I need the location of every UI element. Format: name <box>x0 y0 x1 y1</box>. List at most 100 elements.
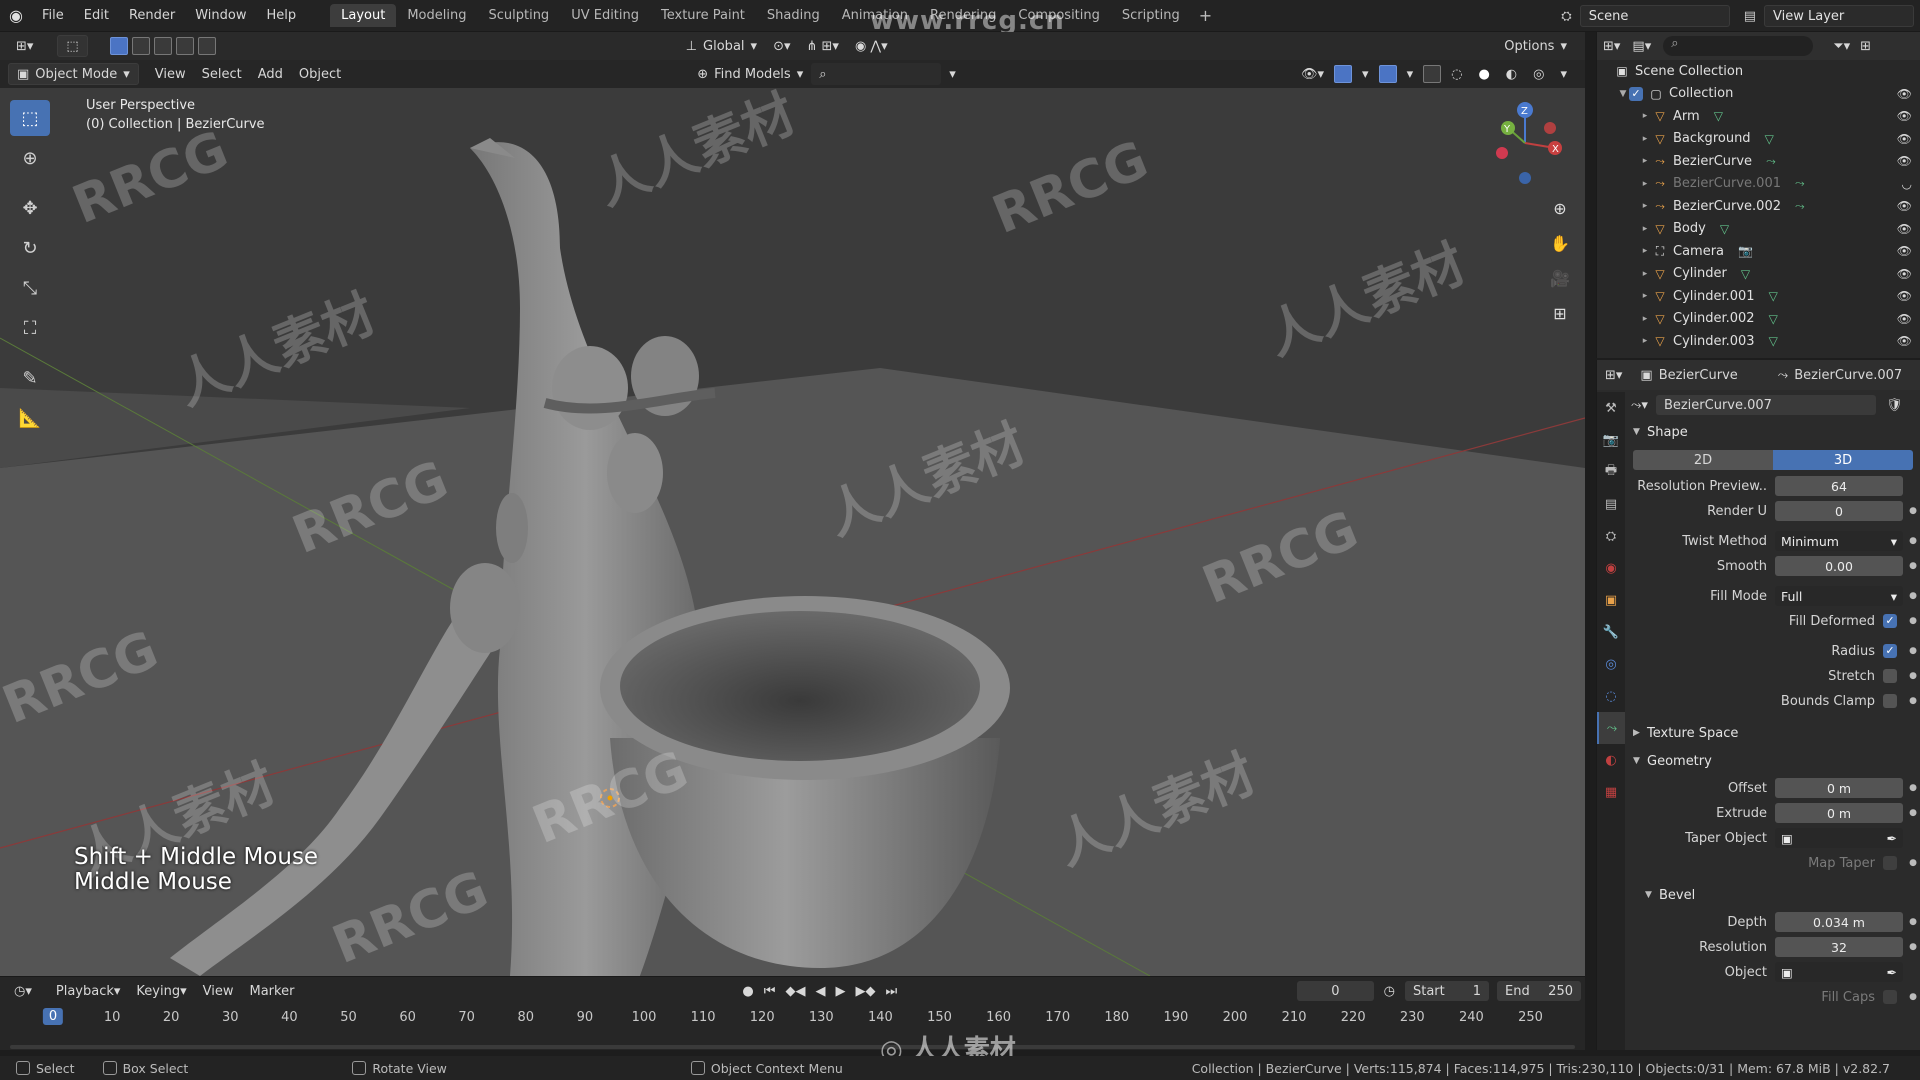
mesh-data-icon[interactable]: ▽ <box>1769 334 1778 348</box>
expand-arrow-icon[interactable]: ▸ <box>1639 291 1651 301</box>
rendered-shading-icon[interactable]: ◎ <box>1525 63 1552 85</box>
outliner-collection[interactable]: ▼ ✓ ▢ Collection 👁 <box>1597 83 1920 106</box>
select-box-tool-icon[interactable]: ⬚ <box>10 100 50 136</box>
outliner-item[interactable]: ▸ ▽ Arm ▽ 👁 <box>1597 105 1920 128</box>
collection-checkbox[interactable]: ✓ <box>1629 86 1643 101</box>
menu-render[interactable]: Render <box>119 8 185 23</box>
map-taper-checkbox[interactable] <box>1883 856 1897 870</box>
expand-arrow-icon[interactable]: ▸ <box>1639 156 1651 166</box>
menu-select[interactable]: Select <box>194 63 250 85</box>
offset-field[interactable]: 0 m <box>1775 778 1903 798</box>
keyframe-dot-icon[interactable]: ● <box>1909 992 1917 1002</box>
rotate-tool-icon[interactable]: ↻ <box>10 230 50 266</box>
smooth-field[interactable]: 0.00 <box>1775 556 1903 576</box>
keyframe-dot-icon[interactable]: ● <box>1909 591 1917 601</box>
measure-tool-icon[interactable]: 📐 <box>10 400 50 436</box>
current-frame-marker[interactable]: 0 <box>42 1008 64 1025</box>
bevel-section-header[interactable]: ▼ Bevel <box>1627 881 1920 909</box>
visibility-eye-icon[interactable]: 👁 <box>1897 334 1912 348</box>
resolution-field[interactable]: 32 <box>1775 937 1903 957</box>
snap-icon[interactable]: ⋔ ⊞▾ <box>798 35 846 57</box>
jump-end-icon[interactable]: ⏭ <box>885 984 897 999</box>
mesh-data-icon[interactable]: ▽ <box>1714 109 1723 123</box>
curve-data-icon[interactable]: ⤳ <box>1795 199 1805 214</box>
view-layer-tab-icon[interactable]: ▤ <box>1597 488 1625 520</box>
options-dropdown[interactable]: Options ▾ <box>1496 35 1575 57</box>
select-tool-icon[interactable]: ⬚ <box>57 35 88 57</box>
next-keyframe-icon[interactable]: ▶◆ <box>855 984 875 999</box>
transform-tool-icon[interactable]: ⛶ <box>10 310 50 346</box>
play-reverse-icon[interactable]: ◀ <box>815 984 825 999</box>
outliner-editor-icon[interactable]: ⊞▾ <box>1603 39 1620 54</box>
find-models-dropdown[interactable]: ⊕ Find Models ▾ <box>689 63 811 85</box>
jump-start-icon[interactable]: ⏮ <box>764 984 776 999</box>
bounds-clamp-checkbox[interactable] <box>1883 694 1897 708</box>
outliner-item[interactable]: ▸ ▽ Cylinder.001 ▽ 👁 <box>1597 285 1920 308</box>
visibility-icon[interactable]: 👁▾ <box>1293 63 1332 85</box>
material-shading-icon[interactable]: ◐ <box>1498 63 1525 85</box>
texture-space-section-header[interactable]: ▶ Texture Space <box>1627 719 1920 747</box>
keyframe-dot-icon[interactable]: ● <box>1909 917 1917 927</box>
expand-arrow-icon[interactable]: ▸ <box>1639 201 1651 211</box>
properties-editor-icon[interactable]: ⊞▾ <box>1605 368 1622 383</box>
keyframe-dot-icon[interactable]: ● <box>1909 646 1917 656</box>
expand-arrow-icon[interactable]: ▸ <box>1639 314 1651 324</box>
object-tab-icon[interactable]: ▣ <box>1597 584 1625 616</box>
3d-viewport[interactable]: RRCG 人人素材 RRCG 人人素材 RRCG 人人素材 RRCG 人人素材 … <box>0 88 1585 976</box>
gizmo-toggle-icon[interactable] <box>1334 65 1353 83</box>
curve-data-tab-icon[interactable]: ⤳ <box>1597 712 1625 744</box>
start-frame-field[interactable]: Start 1 <box>1404 981 1489 1001</box>
mode-invert-icon[interactable] <box>175 37 194 55</box>
outliner-item[interactable]: ▸ ▽ Cylinder.003 ▽ 👁 <box>1597 330 1920 353</box>
overlay-toggle-icon[interactable] <box>1378 65 1397 83</box>
filter-icon[interactable]: ⏷▾ <box>1833 39 1850 54</box>
mode-extend-icon[interactable] <box>131 37 150 55</box>
scale-tool-icon[interactable]: ⤡ <box>10 270 50 306</box>
fill-caps-checkbox[interactable] <box>1883 990 1897 1004</box>
tab-texture-paint[interactable]: Texture Paint <box>650 4 756 27</box>
menu-help[interactable]: Help <box>257 8 307 23</box>
record-icon[interactable]: ● <box>742 984 753 999</box>
keyframe-dot-icon[interactable]: ● <box>1909 536 1917 546</box>
add-workspace-icon[interactable]: + <box>1191 6 1220 25</box>
menu-window[interactable]: Window <box>185 8 256 23</box>
pivot-icon[interactable]: ⊙▾ <box>765 35 798 57</box>
find-dropdown-icon[interactable]: ▾ <box>941 63 964 85</box>
visibility-eye-icon[interactable]: 👁 <box>1897 312 1912 326</box>
material-tab-icon[interactable]: ◐ <box>1597 744 1625 776</box>
blender-logo-icon[interactable]: ◉ <box>0 0 32 32</box>
keyframe-dot-icon[interactable]: ● <box>1909 561 1917 571</box>
render-u-field[interactable]: 0 <box>1775 501 1903 521</box>
keyframe-dot-icon[interactable]: ● <box>1909 783 1917 793</box>
mode-intersect-icon[interactable] <box>197 37 216 55</box>
menu-playback[interactable]: Playback ▾ <box>48 980 129 1002</box>
outliner-item[interactable]: ▸ ⤳ BezierCurve ⤳ 👁 <box>1597 150 1920 173</box>
2d-button[interactable]: 2D <box>1633 450 1773 470</box>
eyedropper-icon[interactable]: ✒ <box>1887 965 1897 980</box>
visibility-eye-icon[interactable]: 👁 <box>1897 244 1912 258</box>
tab-shading[interactable]: Shading <box>756 4 831 27</box>
menu-edit[interactable]: Edit <box>74 8 119 23</box>
mesh-data-icon[interactable]: ▽ <box>1765 132 1774 146</box>
outliner-item[interactable]: ▸ ⤳ BezierCurve.002 ⤳ 👁 <box>1597 195 1920 218</box>
fake-user-shield-icon[interactable]: 🛡 <box>1886 398 1903 413</box>
new-collection-icon[interactable]: ⊞ <box>1860 39 1871 54</box>
ortho-grid-icon[interactable]: ⊞ <box>1545 298 1575 328</box>
outliner-search[interactable]: ⌕ <box>1663 36 1814 56</box>
radius-checkbox[interactable]: ✓ <box>1883 644 1897 658</box>
tab-sculpting[interactable]: Sculpting <box>477 4 560 27</box>
expand-arrow-icon[interactable]: ▸ <box>1639 246 1651 256</box>
current-frame-field[interactable]: 0 <box>1297 981 1374 1001</box>
visibility-eye-icon[interactable]: 👁 <box>1897 87 1912 101</box>
mesh-data-icon[interactable]: ▽ <box>1769 289 1778 303</box>
prev-keyframe-icon[interactable]: ◆◀ <box>785 984 805 999</box>
mesh-data-icon[interactable]: ▽ <box>1720 222 1729 236</box>
expand-arrow-icon[interactable]: ▸ <box>1639 336 1651 346</box>
hidden-eye-icon[interactable]: ◡ <box>1902 177 1912 191</box>
curve-data-icon[interactable]: ⤳ <box>1766 154 1776 169</box>
mode-new-icon[interactable] <box>109 37 128 55</box>
fill-deformed-checkbox[interactable]: ✓ <box>1883 614 1897 628</box>
menu-timeline-view[interactable]: View <box>195 980 242 1002</box>
keyframe-dot-icon[interactable]: ● <box>1909 506 1917 516</box>
scene-icon[interactable]: ⛭ <box>1561 9 1571 24</box>
